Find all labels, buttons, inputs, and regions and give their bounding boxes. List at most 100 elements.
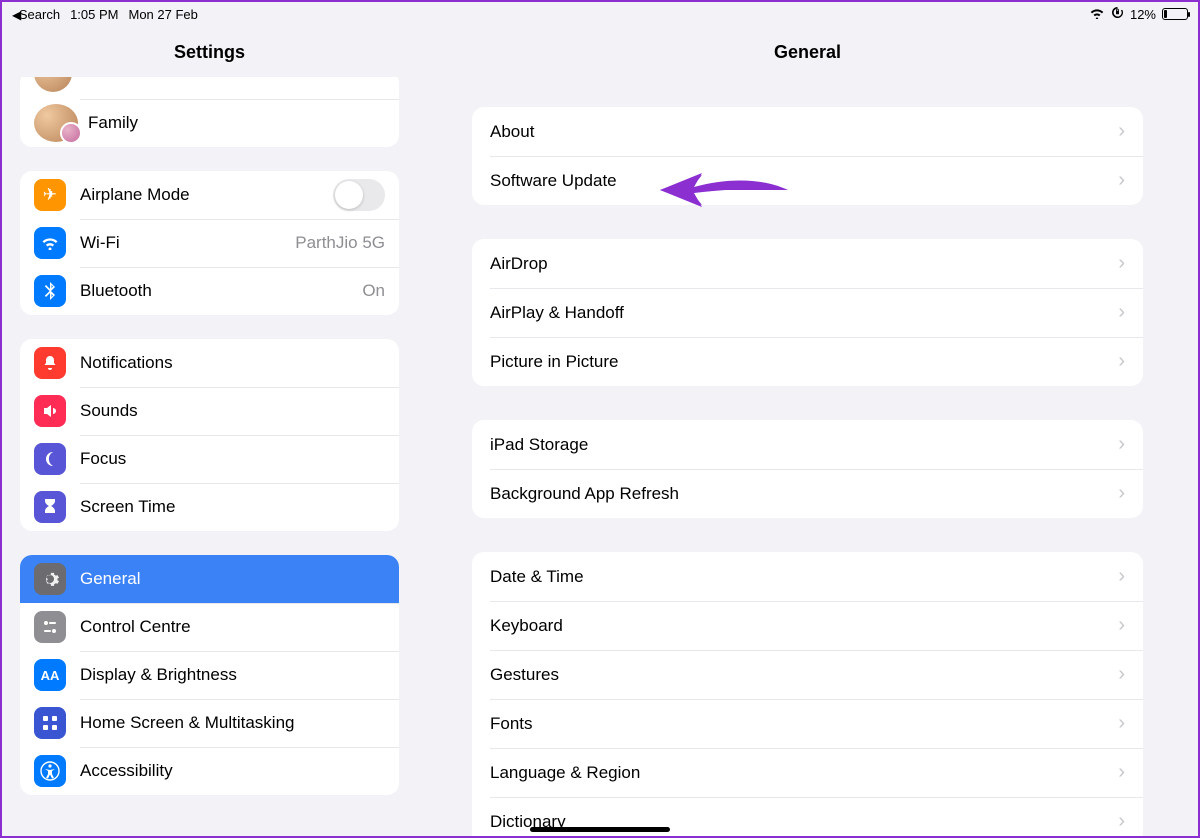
detail-scroll[interactable]: About › Software Update › AirDrop › AirP… xyxy=(417,77,1198,836)
chevron-right-icon: › xyxy=(1118,565,1125,588)
detail-item-airplay[interactable]: AirPlay & Handoff › xyxy=(472,288,1143,337)
bluetooth-value: On xyxy=(362,281,385,301)
sliders-icon xyxy=(34,611,66,643)
settings-sidebar: Settings Family ✈ Airplane Mode W xyxy=(2,2,417,836)
sidebar-item-notifications[interactable]: Notifications xyxy=(20,339,399,387)
status-bar: ◀ Search 1:05 PM Mon 27 Feb 12% xyxy=(2,2,1198,26)
airplane-toggle[interactable] xyxy=(333,179,385,211)
chevron-right-icon: › xyxy=(1118,810,1125,833)
sidebar-item-label: Bluetooth xyxy=(80,281,362,301)
chevron-right-icon: › xyxy=(1118,761,1125,784)
sidebar-item-label: Focus xyxy=(80,449,385,469)
detail-item-bg-refresh[interactable]: Background App Refresh › xyxy=(472,469,1143,518)
sidebar-item-screen-time[interactable]: Screen Time xyxy=(20,483,399,531)
detail-pane: General About › Software Update › AirDro… xyxy=(417,2,1198,836)
chevron-right-icon: › xyxy=(1118,433,1125,456)
sidebar-item-home-screen[interactable]: Home Screen & Multitasking xyxy=(20,699,399,747)
detail-item-airdrop[interactable]: AirDrop › xyxy=(472,239,1143,288)
detail-label: Gestures xyxy=(490,665,1118,685)
detail-label: About xyxy=(490,122,1118,142)
sidebar-network-group: ✈ Airplane Mode Wi-Fi ParthJio 5G Blueto… xyxy=(20,171,399,315)
back-to-app[interactable]: ◀ Search xyxy=(12,7,60,22)
clock: 1:05 PM xyxy=(70,7,118,22)
detail-item-pip[interactable]: Picture in Picture › xyxy=(472,337,1143,386)
sidebar-item-label: Notifications xyxy=(80,353,385,373)
detail-label: Keyboard xyxy=(490,616,1118,636)
wifi-icon xyxy=(1089,7,1105,22)
detail-item-fonts[interactable]: Fonts › xyxy=(472,699,1143,748)
sidebar-item-label: Airplane Mode xyxy=(80,185,333,205)
bell-icon xyxy=(34,347,66,379)
sidebar-item-wifi[interactable]: Wi-Fi ParthJio 5G xyxy=(20,219,399,267)
back-label: Search xyxy=(19,7,60,22)
sidebar-item-label: Accessibility xyxy=(80,761,385,781)
home-indicator[interactable] xyxy=(530,827,670,832)
avatar xyxy=(34,77,72,92)
detail-item-storage[interactable]: iPad Storage › xyxy=(472,420,1143,469)
chevron-right-icon: › xyxy=(1118,614,1125,637)
airplane-icon: ✈ xyxy=(34,179,66,211)
date: Mon 27 Feb xyxy=(128,7,197,22)
detail-item-gestures[interactable]: Gestures › xyxy=(472,650,1143,699)
detail-group-airdrop: AirDrop › AirPlay & Handoff › Picture in… xyxy=(472,239,1143,386)
detail-group-input: Date & Time › Keyboard › Gestures › Font… xyxy=(472,552,1143,836)
detail-label: Fonts xyxy=(490,714,1118,734)
moon-icon xyxy=(34,443,66,475)
detail-item-keyboard[interactable]: Keyboard › xyxy=(472,601,1143,650)
sidebar-item-airplane[interactable]: ✈ Airplane Mode xyxy=(20,171,399,219)
gear-icon xyxy=(34,563,66,595)
sidebar-item-control-centre[interactable]: Control Centre xyxy=(20,603,399,651)
sidebar-item-sounds[interactable]: Sounds xyxy=(20,387,399,435)
sidebar-item-accessibility[interactable]: Accessibility xyxy=(20,747,399,795)
sidebar-item-display[interactable]: AA Display & Brightness xyxy=(20,651,399,699)
sidebar-general-group: General Control Centre AA Display & Brig… xyxy=(20,555,399,795)
sidebar-item-bluetooth[interactable]: Bluetooth On xyxy=(20,267,399,315)
sidebar-item-label: Display & Brightness xyxy=(80,665,385,685)
sidebar-item-label: Sounds xyxy=(80,401,385,421)
detail-label: Software Update xyxy=(490,171,1118,191)
chevron-right-icon: › xyxy=(1118,252,1125,275)
detail-item-language[interactable]: Language & Region › xyxy=(472,748,1143,797)
chevron-right-icon: › xyxy=(1118,482,1125,505)
detail-group-about: About › Software Update › xyxy=(472,107,1143,205)
sidebar-item-label: Wi-Fi xyxy=(80,233,295,253)
text-size-icon: AA xyxy=(34,659,66,691)
chevron-right-icon: › xyxy=(1118,712,1125,735)
wifi-value: ParthJio 5G xyxy=(295,233,385,253)
sidebar-item-general[interactable]: General xyxy=(20,555,399,603)
accessibility-icon xyxy=(34,755,66,787)
detail-label: AirPlay & Handoff xyxy=(490,303,1118,323)
chevron-right-icon: › xyxy=(1118,169,1125,192)
wifi-icon xyxy=(34,227,66,259)
detail-label: iPad Storage xyxy=(490,435,1118,455)
detail-group-storage: iPad Storage › Background App Refresh › xyxy=(472,420,1143,518)
battery-icon xyxy=(1162,8,1188,20)
sidebar-item-focus[interactable]: Focus xyxy=(20,435,399,483)
detail-label: Language & Region xyxy=(490,763,1118,783)
sidebar-notif-group: Notifications Sounds Focus Screen Time xyxy=(20,339,399,531)
sidebar-item-label: Screen Time xyxy=(80,497,385,517)
detail-label: Picture in Picture xyxy=(490,352,1118,372)
sidebar-item-profile[interactable] xyxy=(20,77,399,99)
detail-item-about[interactable]: About › xyxy=(472,107,1143,156)
sidebar-item-family[interactable]: Family xyxy=(20,99,399,147)
bluetooth-icon xyxy=(34,275,66,307)
chevron-right-icon: › xyxy=(1118,120,1125,143)
sidebar-item-label: Control Centre xyxy=(80,617,385,637)
chevron-right-icon: › xyxy=(1118,350,1125,373)
detail-label: AirDrop xyxy=(490,254,1118,274)
sidebar-item-label: Home Screen & Multitasking xyxy=(80,713,385,733)
sidebar-item-label: Family xyxy=(88,113,385,133)
detail-item-software-update[interactable]: Software Update › xyxy=(472,156,1143,205)
chevron-right-icon: › xyxy=(1118,301,1125,324)
speaker-icon xyxy=(34,395,66,427)
family-avatar-icon xyxy=(34,104,78,142)
sidebar-account-group: Family xyxy=(20,77,399,147)
detail-item-date-time[interactable]: Date & Time › xyxy=(472,552,1143,601)
hourglass-icon xyxy=(34,491,66,523)
detail-label: Background App Refresh xyxy=(490,484,1118,504)
chevron-right-icon: › xyxy=(1118,663,1125,686)
battery-pct: 12% xyxy=(1130,7,1156,22)
sidebar-scroll[interactable]: Family ✈ Airplane Mode Wi-Fi ParthJio 5G xyxy=(2,77,417,836)
grid-icon xyxy=(34,707,66,739)
